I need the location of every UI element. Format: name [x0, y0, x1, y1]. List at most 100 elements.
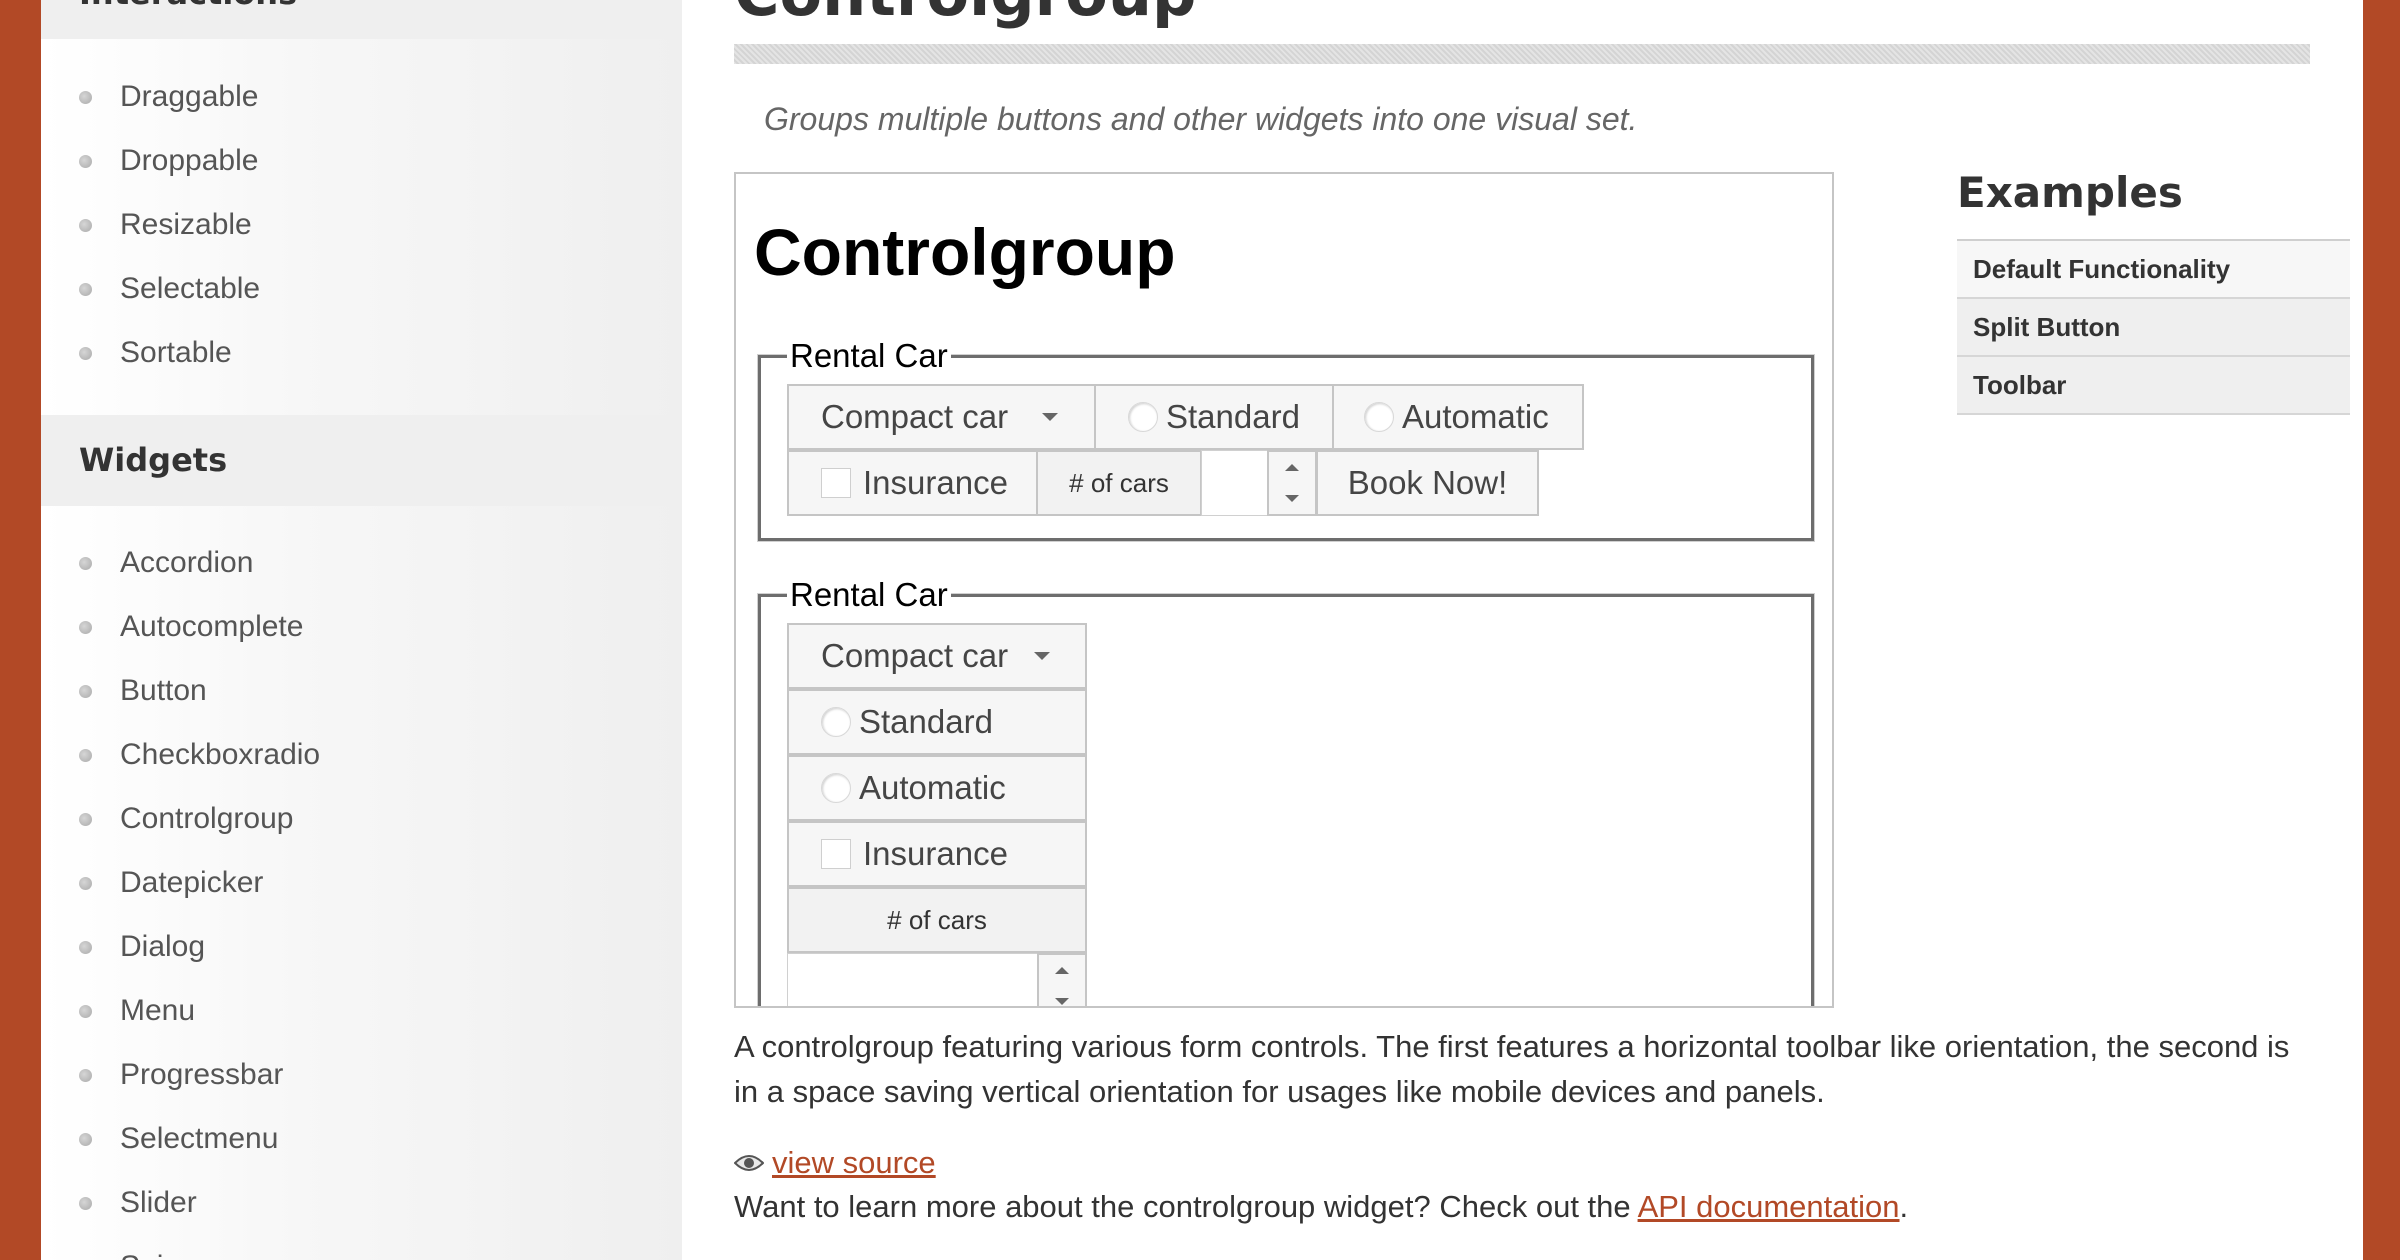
bullet-icon — [79, 685, 92, 698]
page-title: Controlgroup — [734, 0, 1196, 30]
bullet-icon — [79, 91, 92, 104]
main-content: Controlgroup Groups multiple buttons and… — [734, 0, 2350, 1260]
learn-more-prefix: Want to learn more about the controlgrou… — [734, 1189, 1638, 1224]
car-type-select[interactable]: Compact car — [787, 623, 1087, 689]
sidebar-item-dialog[interactable]: Dialog — [41, 915, 682, 979]
spinner-down-icon[interactable] — [1285, 495, 1299, 502]
sidebar-item-checkboxradio[interactable]: Checkboxradio — [41, 723, 682, 787]
learn-more-suffix: . — [1899, 1189, 1909, 1224]
sidebar-item-selectmenu[interactable]: Selectmenu — [41, 1107, 682, 1171]
sidebar-item-label: Selectable — [120, 272, 261, 305]
radio-icon — [1364, 402, 1394, 432]
fieldset-legend: Rental Car — [787, 336, 951, 376]
sidebar-item-menu[interactable]: Menu — [41, 979, 682, 1043]
checkbox-icon — [821, 839, 851, 869]
sidebar-item-label: Selectmenu — [120, 1122, 279, 1155]
radio-icon — [821, 773, 851, 803]
bullet-icon — [79, 941, 92, 954]
sidebar-item-label: Slider — [120, 1186, 197, 1219]
sidebar-item-label: Button — [120, 674, 207, 707]
sidebar-item-autocomplete[interactable]: Autocomplete — [41, 595, 682, 659]
sidebar-item-label: Accordion — [120, 546, 254, 579]
sidebar-item-controlgroup[interactable]: Controlgroup — [41, 787, 682, 851]
sidebar-item-spinner[interactable]: Spinner — [41, 1235, 682, 1260]
radio-label: Standard — [859, 703, 993, 740]
interactions-list: Draggable Droppable Resizable Selectable… — [41, 65, 682, 385]
spinner-label: # of cars — [787, 887, 1087, 953]
spinner-label: # of cars — [1036, 450, 1202, 516]
car-type-select[interactable]: Compact car — [787, 384, 1096, 450]
sidebar-item-datepicker[interactable]: Datepicker — [41, 851, 682, 915]
controlgroup-horizontal: Rental Car Compact car Standard Automati… — [758, 336, 1814, 541]
sidebar-item-sortable[interactable]: Sortable — [41, 321, 682, 385]
checkbox-label: Insurance — [863, 464, 1008, 501]
bullet-icon — [79, 813, 92, 826]
sidebar-item-label: Controlgroup — [120, 802, 294, 835]
eye-icon — [734, 1155, 764, 1171]
select-value: Compact car — [821, 398, 1009, 435]
radio-automatic[interactable]: Automatic — [787, 755, 1087, 821]
bullet-icon — [79, 749, 92, 762]
examples-panel: Examples Default Functionality Split But… — [1957, 163, 2350, 415]
sidebar-item-slider[interactable]: Slider — [41, 1171, 682, 1235]
radio-automatic[interactable]: Automatic — [1332, 384, 1584, 450]
radio-icon — [821, 707, 851, 737]
radio-label: Automatic — [859, 769, 1006, 806]
sidebar-item-button[interactable]: Button — [41, 659, 682, 723]
view-source-link[interactable]: view source — [772, 1145, 936, 1181]
example-default-functionality[interactable]: Default Functionality — [1957, 241, 2350, 299]
bullet-icon — [79, 557, 92, 570]
sidebar-item-label: Checkboxradio — [120, 738, 321, 771]
examples-heading: Examples — [1957, 163, 2350, 241]
sidebar-item-resizable[interactable]: Resizable — [41, 193, 682, 257]
radio-standard[interactable]: Standard — [1094, 384, 1334, 450]
widgets-list: Accordion Autocomplete Button Checkboxra… — [41, 531, 682, 1260]
sidebar-item-label: Draggable — [120, 80, 259, 113]
sidebar-item-label: Progressbar — [120, 1058, 284, 1091]
example-toolbar[interactable]: Toolbar — [1957, 357, 2350, 415]
radio-label: Automatic — [1402, 398, 1549, 435]
api-documentation-link[interactable]: API documentation — [1638, 1189, 1900, 1224]
sidebar-item-label: Resizable — [120, 208, 252, 241]
checkbox-insurance[interactable]: Insurance — [787, 821, 1087, 887]
book-now-button[interactable]: Book Now! — [1316, 450, 1539, 516]
select-value: Compact car — [821, 637, 1009, 674]
bullet-icon — [79, 1133, 92, 1146]
sidebar-item-label: Droppable — [120, 144, 259, 177]
bullet-icon — [79, 347, 92, 360]
fieldset-legend: Rental Car — [787, 575, 951, 615]
chevron-down-icon — [1042, 413, 1059, 421]
example-split-button[interactable]: Split Button — [1957, 299, 2350, 357]
demo-frame: Controlgroup Rental Car Compact car Stan… — [734, 172, 1834, 1008]
sidebar-item-progressbar[interactable]: Progressbar — [41, 1043, 682, 1107]
spinner-arrows — [1267, 450, 1317, 516]
radio-standard[interactable]: Standard — [787, 689, 1087, 755]
sidebar-item-selectable[interactable]: Selectable — [41, 257, 682, 321]
page: Interactions Draggable Droppable Resizab… — [41, 0, 2363, 1260]
cars-spinner-input[interactable] — [1201, 450, 1269, 516]
sidebar-item-label: Sortable — [120, 336, 232, 369]
bullet-icon — [79, 621, 92, 634]
spinner-down-icon[interactable] — [1055, 998, 1069, 1005]
radio-icon — [1128, 402, 1158, 432]
checkbox-icon — [821, 468, 851, 498]
spinner-up-icon[interactable] — [1285, 464, 1299, 471]
sidebar-item-draggable[interactable]: Draggable — [41, 65, 682, 129]
spinner-up-icon[interactable] — [1055, 967, 1069, 974]
view-source-row: view source — [734, 1145, 936, 1181]
controlgroup-vertical: Rental Car Compact car Standard Automati… — [758, 575, 1814, 1006]
sidebar-item-droppable[interactable]: Droppable — [41, 129, 682, 193]
sidebar-item-accordion[interactable]: Accordion — [41, 531, 682, 595]
spinner-arrows — [1037, 953, 1087, 1006]
bullet-icon — [79, 1005, 92, 1018]
bullet-icon — [79, 877, 92, 890]
bullet-icon — [79, 155, 92, 168]
sidebar-item-label: Menu — [120, 994, 196, 1027]
sidebar-heading-widgets: Widgets — [41, 415, 682, 506]
sidebar-item-label: Autocomplete — [120, 610, 304, 643]
checkbox-insurance[interactable]: Insurance — [787, 450, 1038, 516]
chevron-down-icon — [1034, 652, 1051, 660]
bullet-icon — [79, 219, 92, 232]
cars-spinner-input[interactable] — [787, 953, 1037, 1006]
checkbox-label: Insurance — [863, 835, 1008, 872]
